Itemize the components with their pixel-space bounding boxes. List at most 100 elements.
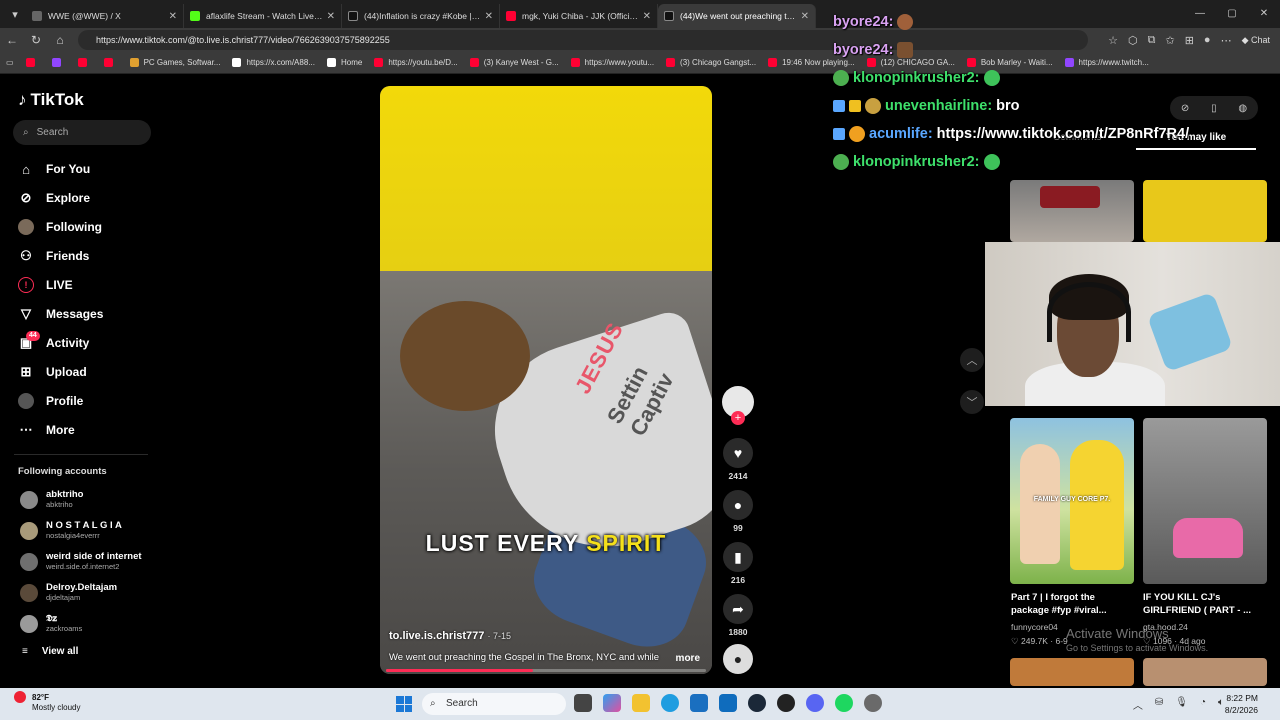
save-button[interactable]: ▮ 216 [720,542,756,585]
following-account[interactable]: weird side of internet weird.side.of.inte… [20,552,142,571]
extensions-icon[interactable]: ⬡ [1128,34,1138,47]
suggested-video-thumbnail[interactable] [1143,180,1267,242]
menu-dots-icon[interactable]: ⋯ [1221,34,1232,47]
nav-upload[interactable]: ⊞ Upload [18,361,87,383]
suggested-video-title[interactable]: Part 7 | I forgot the package #fyp #vira… [1011,591,1135,617]
nav-profile[interactable]: Profile [18,390,83,412]
previous-video-button[interactable]: ︿ [960,348,984,372]
suggested-video-title[interactable]: IF YOU KILL CJ's GIRLFRIEND ( PART - ... [1143,591,1267,617]
link-icon[interactable]: ⊘ [1181,103,1189,114]
home-icon[interactable]: ⌂ [48,33,72,47]
profile-avatar-icon[interactable]: ● [1204,34,1211,46]
volume-icon[interactable]: 🔈︎ [1218,697,1224,712]
close-window-icon[interactable]: ✕ [1248,0,1280,28]
suggested-video-thumbnail[interactable]: FAMILY GUY CORE P7. [1010,418,1134,584]
discord-icon[interactable] [806,694,824,712]
edge-icon[interactable] [661,694,679,712]
bookmark-item[interactable]: (3) Chicago Gangst... [666,58,756,67]
bookmark-item[interactable]: PC Games, Softwar... [129,58,220,67]
bookmark-item[interactable]: https://www.youtu... [570,58,654,67]
nav-messages[interactable]: ▽ Messages [18,303,103,325]
maximize-icon[interactable]: ▢ [1216,0,1248,28]
nav-live[interactable]: ! LIVE [18,274,73,296]
url-input[interactable]: https://www.tiktok.com/@to.live.is.chris… [78,30,1088,50]
taskbar-clock[interactable]: 8:22 PM 8/2/2026 [1225,692,1258,716]
copilot-icon[interactable] [603,694,621,712]
more-button[interactable]: more [676,653,700,664]
following-account[interactable]: 𝕯𝕫 zackroams [20,614,82,633]
back-icon[interactable]: ← [0,33,24,47]
collections-icon[interactable]: ⊞ [1185,34,1194,47]
bookmark-item[interactable]: https://x.com/A88... [232,58,315,67]
taskbar-search[interactable]: ⌕ Search [422,693,566,715]
video-progress-bar[interactable] [386,669,706,672]
like-button[interactable]: ♥ 2414 [720,438,756,481]
next-video-button[interactable]: ﹀ [960,390,984,414]
tab-close-icon[interactable]: ✕ [485,11,493,22]
tab-close-icon[interactable]: ✕ [643,11,651,22]
nav-friends[interactable]: ⚇ Friends [18,245,89,267]
search-input[interactable]: ⌕ Search [13,120,151,145]
steam-icon[interactable] [748,694,766,712]
start-menu-icon[interactable] [396,696,412,712]
bookmark-item[interactable] [51,58,66,67]
tiktok-logo[interactable]: ♪ TikTok [18,90,84,110]
spotify-icon[interactable] [835,694,853,712]
outlook-icon[interactable] [719,694,737,712]
view-all-link[interactable]: ≡ View all [22,646,78,657]
phone-icon[interactable]: ▯ [1211,103,1217,114]
store-icon[interactable] [690,694,708,712]
nav-following[interactable]: Following [18,216,102,238]
favorites-icon[interactable]: ✩ [1165,34,1174,47]
bookmark-item[interactable]: Home [326,58,362,67]
bookmark-item[interactable] [25,58,40,67]
tab-actions-icon[interactable]: ▾ [4,4,26,24]
split-screen-icon[interactable]: ⧉ [1148,34,1156,47]
bookmark-item[interactable] [103,58,118,67]
chevron-up-icon[interactable]: ︿ [1133,697,1143,712]
bookmark-item[interactable]: https://www.twitch... [1064,58,1149,67]
obs-icon[interactable] [777,694,795,712]
browser-tab-active[interactable]: (44)We went out preaching the Go ✕ [658,4,816,28]
following-account[interactable]: abktriho abktriho [20,490,83,509]
weather-widget[interactable]: 82°F Mostly cloudy [14,693,80,713]
network-icon[interactable]: ⛁ [1155,697,1163,712]
nav-activity[interactable]: ▣ 44 Activity [18,331,89,354]
task-view-icon[interactable] [574,694,592,712]
bookmark-item[interactable]: https://youtu.be/D... [374,58,458,67]
nav-for-you[interactable]: ⌂ For You [18,158,90,180]
sound-avatar-button[interactable]: ● [720,644,756,674]
browser-tab[interactable]: WWE (@WWE) / X ✕ [26,4,184,28]
follow-plus-icon[interactable]: + [731,411,745,425]
bookmark-item[interactable]: 19:46 Now playing... [768,58,855,67]
following-account[interactable]: N O S T A L G I Anostalgia4everrr [20,521,122,540]
video-player[interactable]: JESUS Settin Captiv LUST EVERY SPIRIT to… [380,86,712,674]
tab-close-icon[interactable]: ✕ [327,11,335,22]
minimize-icon[interactable]: — [1184,0,1216,28]
creator-avatar-button[interactable]: + [720,386,756,425]
bookmark-item[interactable] [77,58,92,67]
bookmark-item[interactable]: (12) CHICAGO GA... [866,58,955,67]
browser-tab[interactable]: aflaxlife Stream - Watch Live on Ki ✕ [184,4,342,28]
bookmarks-menu-icon[interactable]: ▭ [6,58,14,67]
profile-avatar-icon[interactable]: ◍ [1238,103,1247,114]
tab-close-icon[interactable]: ✕ [169,11,177,22]
favorite-star-icon[interactable]: ☆ [1108,34,1118,47]
video-author[interactable]: to.live.is.christ777 · 7-15 [389,630,511,642]
wifi-icon[interactable]: ◔ [1200,697,1206,712]
nav-explore[interactable]: ⊘ Explore [18,187,90,209]
following-account[interactable]: Delroy.Deltajam djdeltajam [20,583,117,602]
bookmark-item[interactable]: (3) Kanye West - G... [469,58,559,67]
suggested-video-thumbnail[interactable] [1143,658,1267,686]
bookmark-item[interactable]: Bob Marley - Waiti... [966,58,1053,67]
share-button[interactable]: ➦ 1880 [720,594,756,637]
nav-more[interactable]: ⋯ More [18,419,75,441]
browser-tab[interactable]: (44)Inflation is crazy #Kobe | TikTo ✕ [342,4,500,28]
file-explorer-icon[interactable] [632,694,650,712]
settings-gear-icon[interactable] [864,694,882,712]
copilot-chat-button[interactable]: ◆ Chat [1242,35,1270,46]
suggested-video-thumbnail[interactable] [1143,418,1267,584]
suggested-video-thumbnail[interactable] [1010,180,1134,242]
comment-button[interactable]: ● 99 [720,490,756,533]
suggested-video-thumbnail[interactable] [1010,658,1134,686]
